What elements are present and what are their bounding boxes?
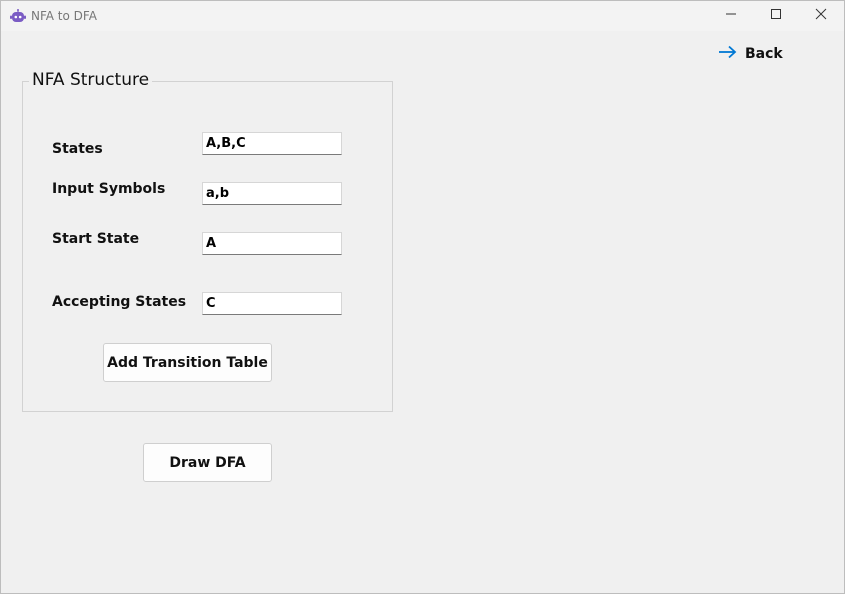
add-transition-table-button[interactable]: Add Transition Table (103, 343, 272, 382)
minimize-icon (725, 7, 737, 25)
title-bar: NFA to DFA (1, 1, 844, 31)
states-input[interactable] (202, 132, 342, 155)
app-window: NFA to DFA Back NFA Structure States A,B… (0, 0, 845, 594)
minimize-button[interactable] (708, 1, 754, 31)
group-title: NFA Structure (29, 70, 153, 90)
accepting-states-input[interactable] (202, 292, 342, 315)
draw-dfa-button[interactable]: Draw DFA (143, 443, 272, 482)
back-label: Back (745, 46, 783, 62)
start-state-input[interactable] (202, 232, 342, 255)
maximize-icon (770, 7, 782, 25)
input-symbols-input[interactable] (202, 182, 342, 205)
start-state-label: Start State (52, 231, 140, 247)
back-button[interactable]: Back (718, 43, 783, 65)
accepting-states-label: Accepting States (52, 294, 187, 310)
input-symbols-label: Input Symbols (52, 181, 166, 197)
close-icon (815, 7, 827, 25)
arrow-right-icon (718, 45, 737, 64)
window-title: NFA to DFA (31, 9, 97, 23)
robot-icon (10, 9, 26, 24)
states-label: States (52, 141, 103, 157)
close-button[interactable] (798, 1, 844, 31)
maximize-button[interactable] (753, 1, 799, 31)
